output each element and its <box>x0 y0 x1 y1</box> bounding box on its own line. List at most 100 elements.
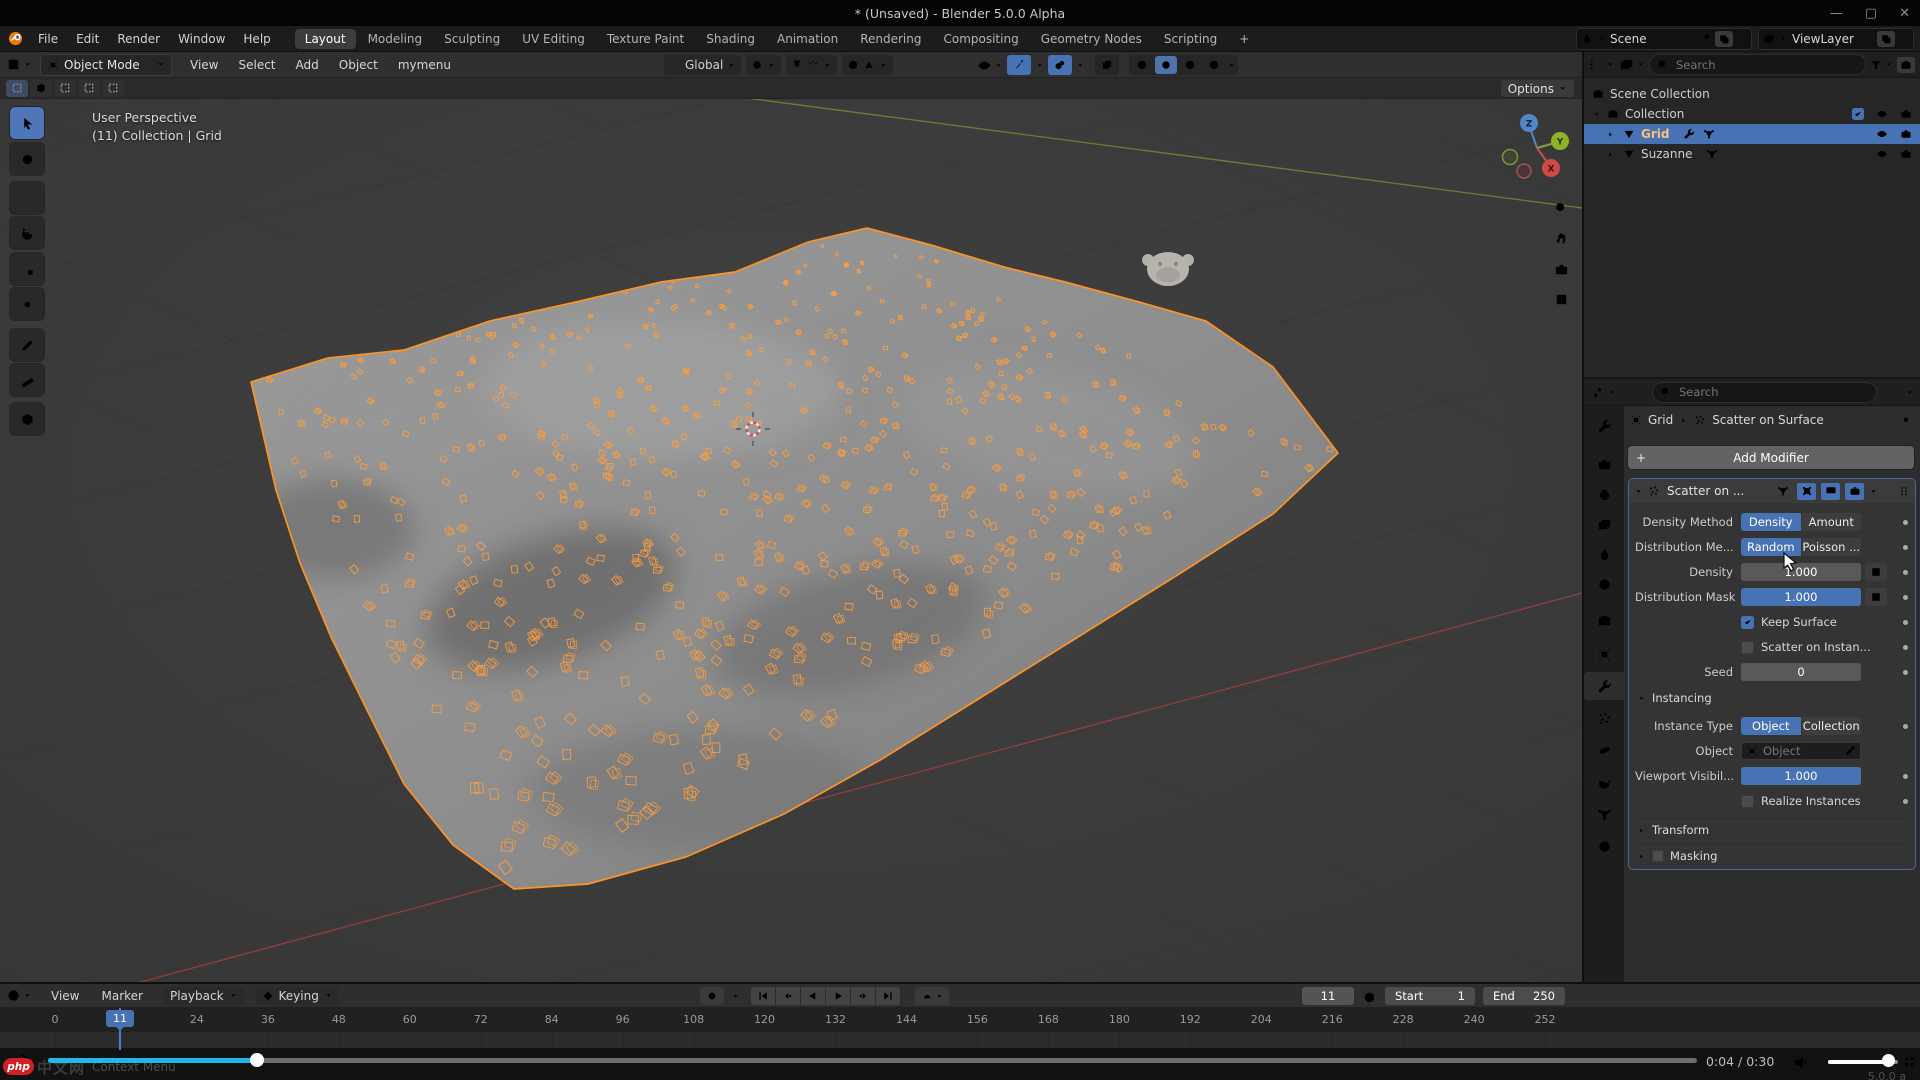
exit-fullscreen-icon[interactable] <box>1902 1054 1917 1069</box>
viewport-ortho-toggle[interactable] <box>1548 286 1574 312</box>
properties-options-chevron[interactable] <box>1905 388 1914 397</box>
viewport-3d[interactable]: User Perspective (11) Collection | Grid … <box>0 99 1582 982</box>
outliner-search-input[interactable] <box>1674 57 1778 73</box>
pin-icon[interactable] <box>1898 416 1910 428</box>
auto-keying-record-button[interactable] <box>700 987 724 1005</box>
delete-modifier-icon[interactable] <box>1883 486 1893 496</box>
mode-dropdown[interactable]: Object Mode <box>40 54 172 76</box>
magnet-icon[interactable] <box>791 59 803 71</box>
props-tab-collection[interactable] <box>1584 606 1624 634</box>
properties-editor-type-button[interactable] <box>1590 385 1616 400</box>
editor-type-button[interactable] <box>6 57 32 72</box>
animate-dot[interactable] <box>1903 774 1908 779</box>
new-viewlayer-button[interactable] <box>1877 31 1895 47</box>
shading-material-button[interactable] <box>1179 56 1201 74</box>
stopwatch-icon[interactable] <box>1362 989 1377 1004</box>
expand-icon[interactable] <box>1606 130 1615 139</box>
tool-annotate[interactable] <box>10 329 44 361</box>
vertex-group-toggle[interactable] <box>1773 483 1792 500</box>
frame-start-field[interactable]: Start 1 <box>1385 987 1475 1005</box>
pin-icon[interactable] <box>1699 33 1711 45</box>
xray-toggle[interactable] <box>1095 55 1119 75</box>
props-tab-object[interactable] <box>1584 640 1624 668</box>
show-object-types-dropdown[interactable] <box>977 58 1003 73</box>
viewport-pan-button[interactable] <box>1548 225 1574 251</box>
snap-widget[interactable] <box>786 55 837 75</box>
menu-edit[interactable]: Edit <box>67 32 108 46</box>
animate-dot[interactable] <box>1903 670 1908 675</box>
new-scene-button[interactable] <box>1715 31 1733 47</box>
animate-dot[interactable] <box>1903 570 1908 575</box>
remove-viewlayer-icon[interactable] <box>1899 34 1909 44</box>
prev-keyframe-button[interactable] <box>776 987 800 1005</box>
outliner-row-collection[interactable]: Collection <box>1584 104 1920 124</box>
outliner-restriction-dropdown[interactable] <box>1619 57 1645 72</box>
masking-section-header[interactable]: Masking <box>1637 844 1907 867</box>
options-button[interactable]: Options <box>1501 80 1574 97</box>
props-tab-render[interactable] <box>1584 450 1624 478</box>
menu-file[interactable]: File <box>29 32 67 46</box>
props-tab-physics[interactable] <box>1584 736 1624 764</box>
collapse-icon[interactable] <box>1634 487 1643 496</box>
workspace-tab-compositing[interactable]: Compositing <box>933 29 1028 49</box>
workspace-tab-texture-paint[interactable]: Texture Paint <box>597 29 694 49</box>
jump-to-start-button[interactable] <box>751 987 775 1005</box>
props-tab-output[interactable] <box>1584 480 1624 508</box>
menu-render[interactable]: Render <box>108 32 169 46</box>
next-keyframe-button[interactable] <box>851 987 875 1005</box>
keyframe-area[interactable] <box>0 1032 1920 1048</box>
distribution-poisson-button[interactable]: Poisson ... <box>1802 538 1862 556</box>
add-workspace-button[interactable]: + <box>1229 29 1259 49</box>
hide-eye-icon[interactable] <box>1876 128 1888 140</box>
scatter-on-instances-checkbox[interactable] <box>1741 641 1754 654</box>
viewport-menu-view[interactable]: View <box>180 58 228 72</box>
workspace-tab-geometry-nodes[interactable]: Geometry Nodes <box>1031 29 1152 49</box>
mask-texture-button[interactable] <box>1865 588 1887 606</box>
animate-dot[interactable] <box>1903 595 1908 600</box>
shading-rendered-button[interactable] <box>1203 56 1225 74</box>
disable-render-icon[interactable] <box>1900 148 1912 160</box>
drag-handle-icon[interactable] <box>1898 485 1910 497</box>
hide-eye-icon[interactable] <box>1876 148 1888 160</box>
outliner-row-scene-collection[interactable]: Scene Collection <box>1584 84 1920 104</box>
outliner-search[interactable] <box>1649 54 1866 75</box>
viewport-menu-select[interactable]: Select <box>228 58 285 72</box>
select-mode-tweak-button[interactable] <box>6 80 28 97</box>
add-modifier-button[interactable]: + Add Modifier <box>1628 446 1914 469</box>
keep-surface-checkbox[interactable] <box>1741 616 1754 629</box>
seed-field[interactable]: 0 <box>1741 663 1861 681</box>
density-slider[interactable]: 1.000 <box>1741 563 1861 581</box>
object-picker-field[interactable]: Object <box>1741 742 1861 760</box>
jump-to-end-button[interactable] <box>876 987 900 1005</box>
workspace-tab-rendering[interactable]: Rendering <box>850 29 931 49</box>
workspace-tab-sculpting[interactable]: Sculpting <box>434 29 510 49</box>
show-gizmo-toggle[interactable] <box>1007 55 1031 75</box>
props-tab-object-data[interactable] <box>1584 800 1624 828</box>
viewport-camera-button[interactable] <box>1548 256 1574 282</box>
instance-type-collection-button[interactable]: Collection <box>1802 717 1862 735</box>
new-collection-button[interactable] <box>1897 57 1915 73</box>
animate-dot[interactable] <box>1903 799 1908 804</box>
density-texture-button[interactable] <box>1865 563 1887 581</box>
overlay-options-chevron[interactable] <box>1076 61 1085 70</box>
edit-mode-toggle[interactable] <box>1797 483 1816 500</box>
select-mode-extend-button[interactable] <box>54 80 76 97</box>
collapse-icon[interactable] <box>1592 110 1601 119</box>
select-mode-intersect-button[interactable] <box>102 80 124 97</box>
tool-rotate[interactable] <box>10 217 44 249</box>
tool-add-cube[interactable] <box>10 403 44 435</box>
viewport-menu-mymenu[interactable]: mymenu <box>388 58 461 72</box>
modifier-panel-header[interactable]: Scatter on ... <box>1629 479 1915 503</box>
eyedropper-icon[interactable] <box>1844 745 1856 757</box>
workspace-tab-animation[interactable]: Animation <box>767 29 848 49</box>
blender-logo-icon[interactable] <box>8 31 23 46</box>
animate-dot[interactable] <box>1903 645 1908 650</box>
props-tab-material[interactable] <box>1584 832 1624 860</box>
frame-end-field[interactable]: End 250 <box>1483 987 1565 1005</box>
breadcrumb-modifier[interactable]: Scatter on Surface <box>1712 413 1824 427</box>
select-mode-subtract-button[interactable] <box>78 80 100 97</box>
select-mode-box-button[interactable] <box>30 80 52 97</box>
current-frame-badge[interactable]: 11 <box>106 1010 134 1027</box>
props-tab-constraints[interactable] <box>1584 768 1624 796</box>
properties-search[interactable] <box>1652 382 1877 403</box>
